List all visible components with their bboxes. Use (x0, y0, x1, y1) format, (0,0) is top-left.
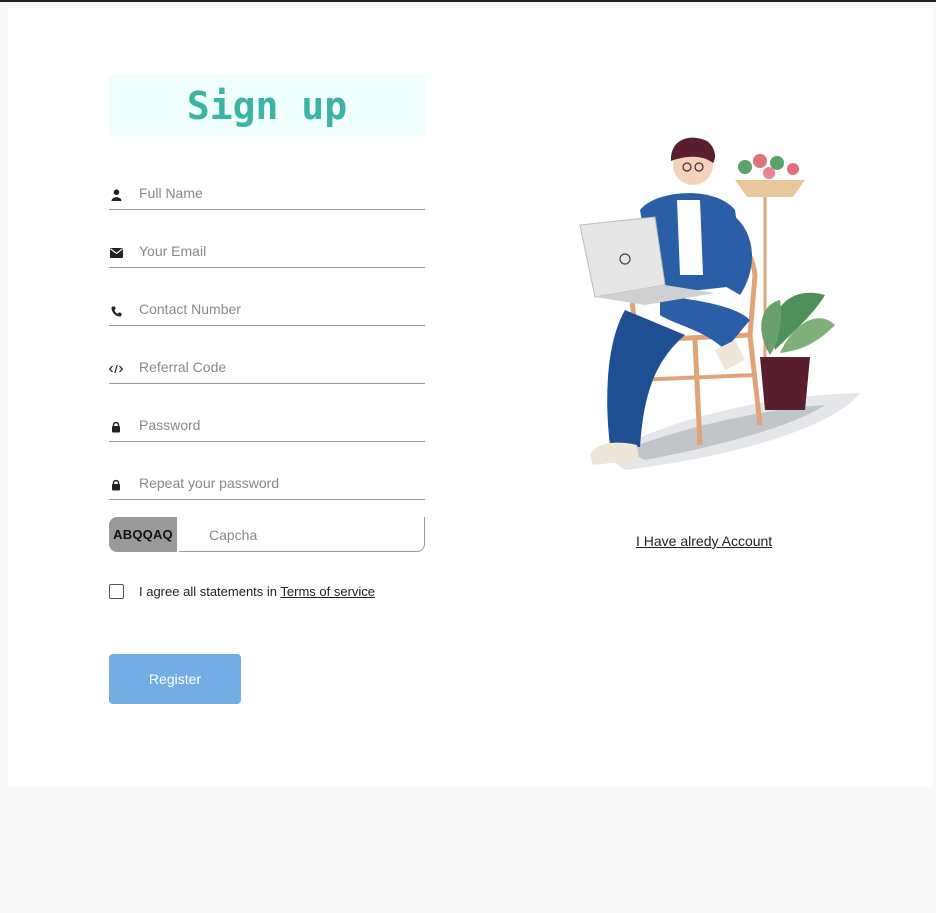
register-button[interactable]: Register (109, 654, 241, 704)
repeat-password-input[interactable] (139, 473, 419, 493)
password-field (109, 402, 425, 442)
terms-checkbox[interactable] (109, 584, 124, 599)
captcha-code: ABQQAQ (109, 517, 177, 552)
captcha-input[interactable] (209, 525, 409, 545)
referral-code-input[interactable] (139, 357, 419, 377)
captcha-row: ABQQAQ (109, 517, 425, 552)
terms-prefix: I agree all statements in (139, 584, 281, 599)
lock-icon (109, 420, 123, 434)
person-with-laptop-illustration (565, 125, 865, 485)
top-border (0, 0, 936, 2)
title-banner: Sign up (109, 75, 425, 136)
page-title: Sign up (186, 83, 348, 128)
code-icon (109, 362, 123, 376)
terms-row: I agree all statements in Terms of servi… (109, 584, 375, 599)
repeat-password-field (109, 460, 425, 500)
full-name-field (109, 170, 425, 210)
user-icon (109, 188, 123, 202)
referral-code-field (109, 344, 425, 384)
lock-icon (109, 478, 123, 492)
full-name-input[interactable] (139, 183, 419, 203)
already-have-account-link[interactable]: I Have alredy Account (636, 533, 772, 549)
contact-number-field (109, 286, 425, 326)
email-input[interactable] (139, 241, 419, 261)
contact-number-input[interactable] (139, 299, 419, 319)
phone-icon (109, 304, 123, 318)
password-input[interactable] (139, 415, 419, 435)
terms-of-service-link[interactable]: Terms of service (280, 584, 375, 599)
terms-label: I agree all statements in Terms of servi… (139, 584, 375, 599)
captcha-field (179, 517, 425, 552)
envelope-icon (109, 246, 123, 260)
email-field (109, 228, 425, 268)
